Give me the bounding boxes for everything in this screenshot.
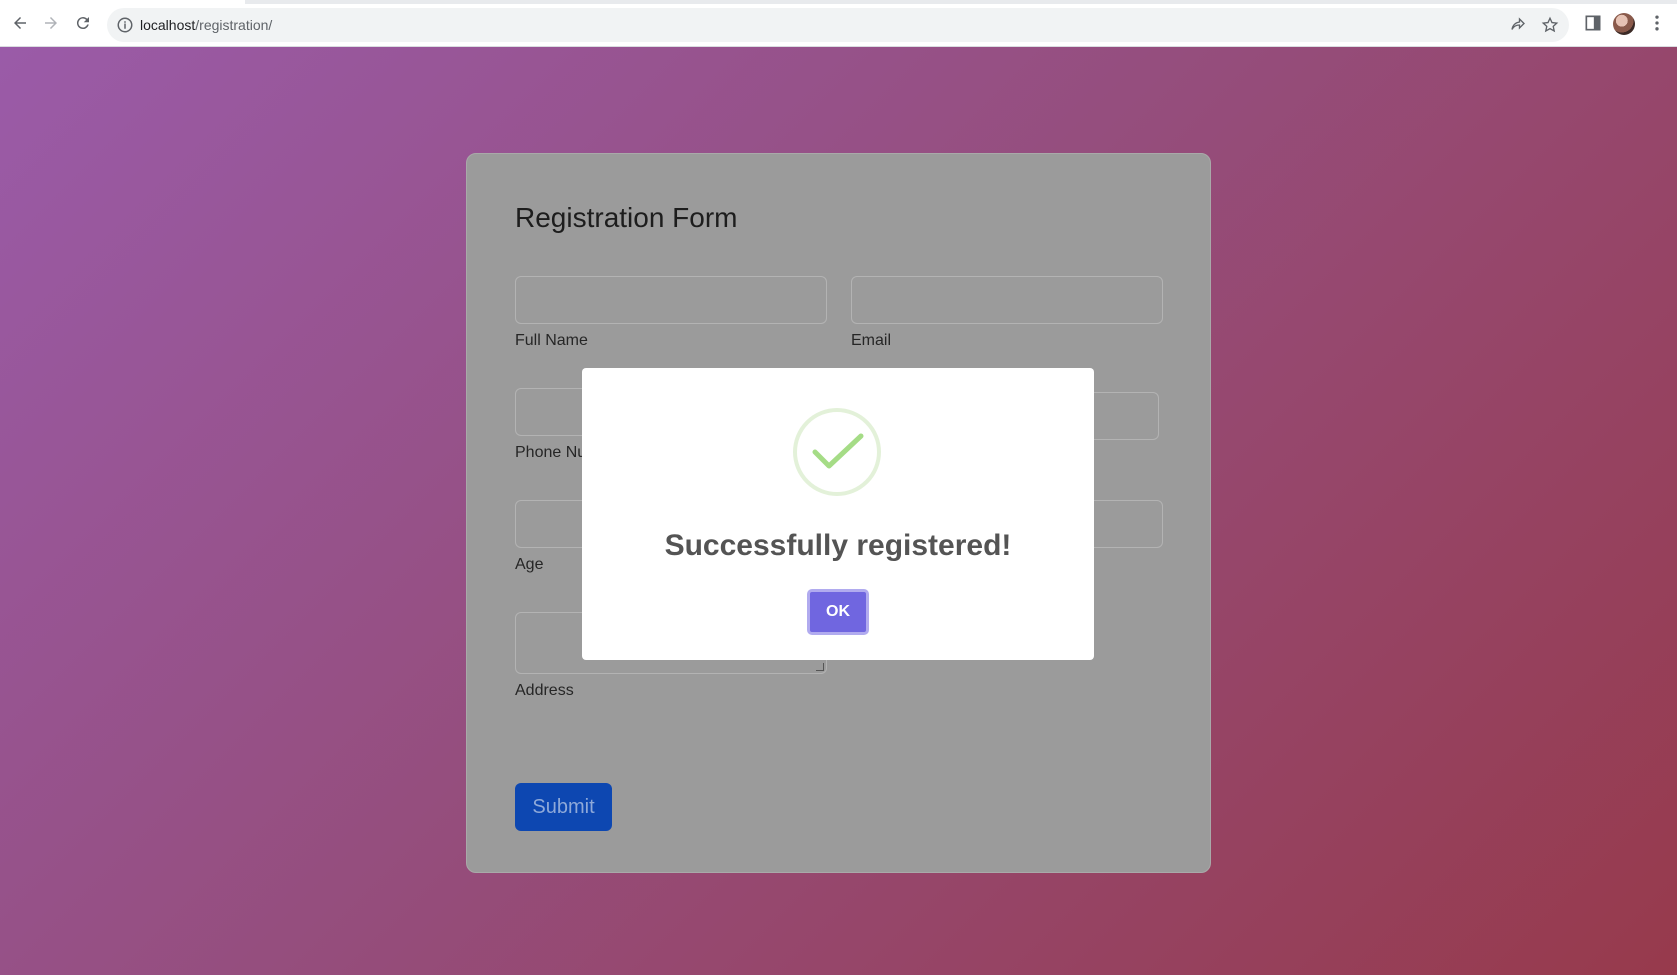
form-title: Registration Form [515, 202, 738, 233]
email-label: Email [851, 332, 892, 349]
back-button[interactable] [8, 11, 32, 35]
share-icon[interactable] [1509, 16, 1527, 34]
email-input[interactable] [851, 276, 1163, 324]
url-path: /registration/ [195, 17, 273, 33]
side-panel-icon[interactable] [1583, 13, 1603, 33]
address-label: Address [515, 682, 574, 699]
bookmark-star-icon[interactable] [1541, 16, 1559, 34]
reload-icon [76, 17, 89, 30]
loading-bar [245, 0, 1677, 4]
ok-button[interactable]: OK [807, 589, 869, 635]
info-icon[interactable] [116, 16, 134, 34]
success-dialog: Successfully registered! OK [582, 368, 1094, 660]
resize-handle[interactable] [816, 663, 824, 671]
profile-avatar[interactable] [1613, 13, 1635, 35]
checkmark-icon [812, 433, 864, 469]
full-name-input[interactable] [515, 276, 827, 324]
browser-toolbar: localhost/registration/ [0, 0, 1677, 47]
success-check-icon [793, 408, 881, 496]
url-host: localhost [140, 17, 196, 33]
phone-number-label: Phone Nu [515, 444, 587, 461]
submit-button[interactable]: Submit [515, 783, 612, 831]
full-name-label: Full Name [515, 332, 588, 349]
age-label: Age [515, 556, 544, 573]
success-message: Successfully registered! [664, 529, 1012, 562]
url-text: localhost/registration/ [140, 16, 272, 34]
forward-button[interactable] [39, 11, 63, 35]
arrow-right-icon [45, 17, 57, 29]
arrow-left-icon [14, 17, 26, 29]
address-bar[interactable]: localhost/registration/ [107, 8, 1569, 42]
reload-button[interactable] [71, 11, 95, 35]
more-menu-icon[interactable] [1647, 13, 1667, 33]
